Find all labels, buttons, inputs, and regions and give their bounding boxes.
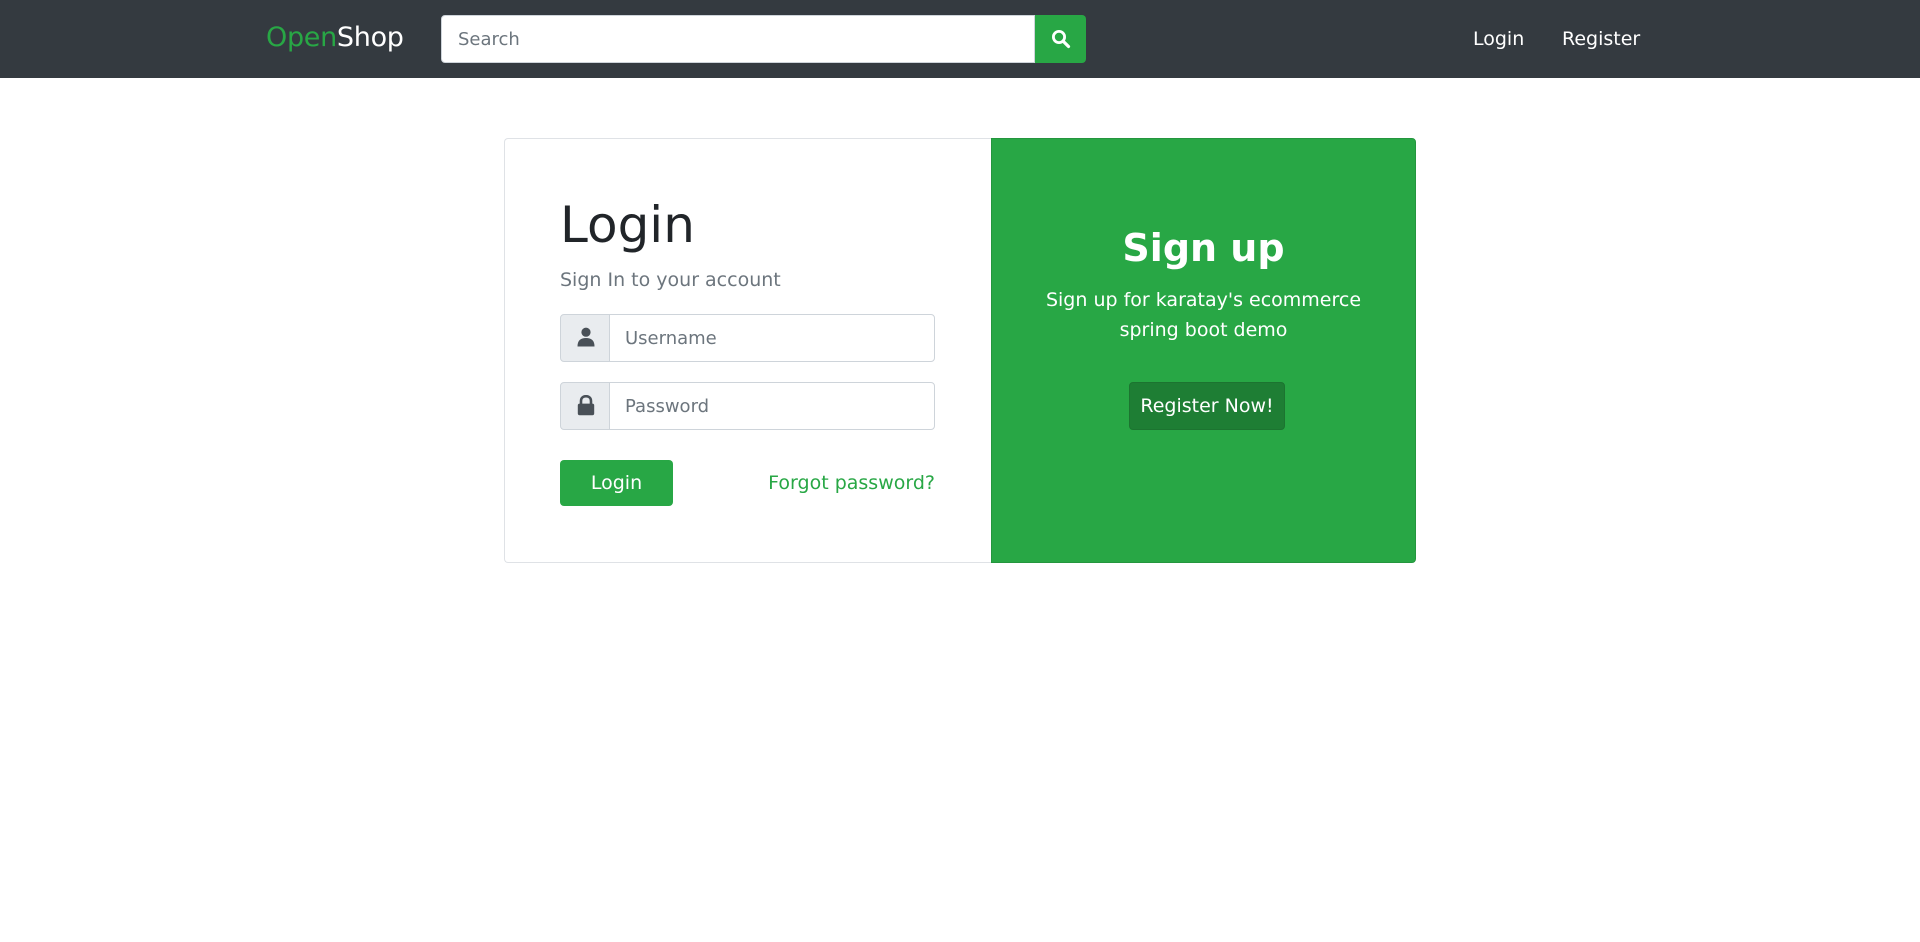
username-input-group <box>560 314 935 362</box>
user-icon <box>577 327 595 347</box>
username-addon <box>560 314 610 362</box>
login-title: Login <box>560 196 695 254</box>
brand-open-text: Open <box>266 22 337 53</box>
username-field[interactable] <box>609 314 935 362</box>
forgot-password-link[interactable]: Forgot password? <box>768 470 935 496</box>
search-form <box>441 15 1086 63</box>
password-addon <box>560 382 610 430</box>
password-input-group <box>560 382 935 430</box>
search-input[interactable] <box>441 15 1035 63</box>
register-now-button[interactable]: Register Now! <box>1129 382 1285 430</box>
signup-title: Sign up <box>1122 226 1285 270</box>
password-field[interactable] <box>609 382 935 430</box>
lock-icon <box>577 395 595 416</box>
auth-card-group: Login Sign In to your account Login Forg… <box>504 138 1416 563</box>
login-card: Login Sign In to your account Login Forg… <box>504 138 991 563</box>
login-subtitle: Sign In to your account <box>560 269 781 291</box>
nav-login-link[interactable]: Login <box>1473 24 1524 54</box>
navbar: OpenShop Login Register <box>0 0 1920 78</box>
signup-text: Sign up for karatay's ecommerce spring b… <box>1045 289 1362 341</box>
brand-shop-text: Shop <box>336 22 404 53</box>
nav-register-link[interactable]: Register <box>1562 24 1640 54</box>
login-button[interactable]: Login <box>560 460 673 506</box>
search-button[interactable] <box>1035 15 1086 63</box>
signup-card: Sign up Sign up for karatay's ecommerce … <box>991 138 1416 563</box>
search-icon <box>1051 30 1070 49</box>
brand-logo[interactable]: OpenShop <box>266 20 404 56</box>
